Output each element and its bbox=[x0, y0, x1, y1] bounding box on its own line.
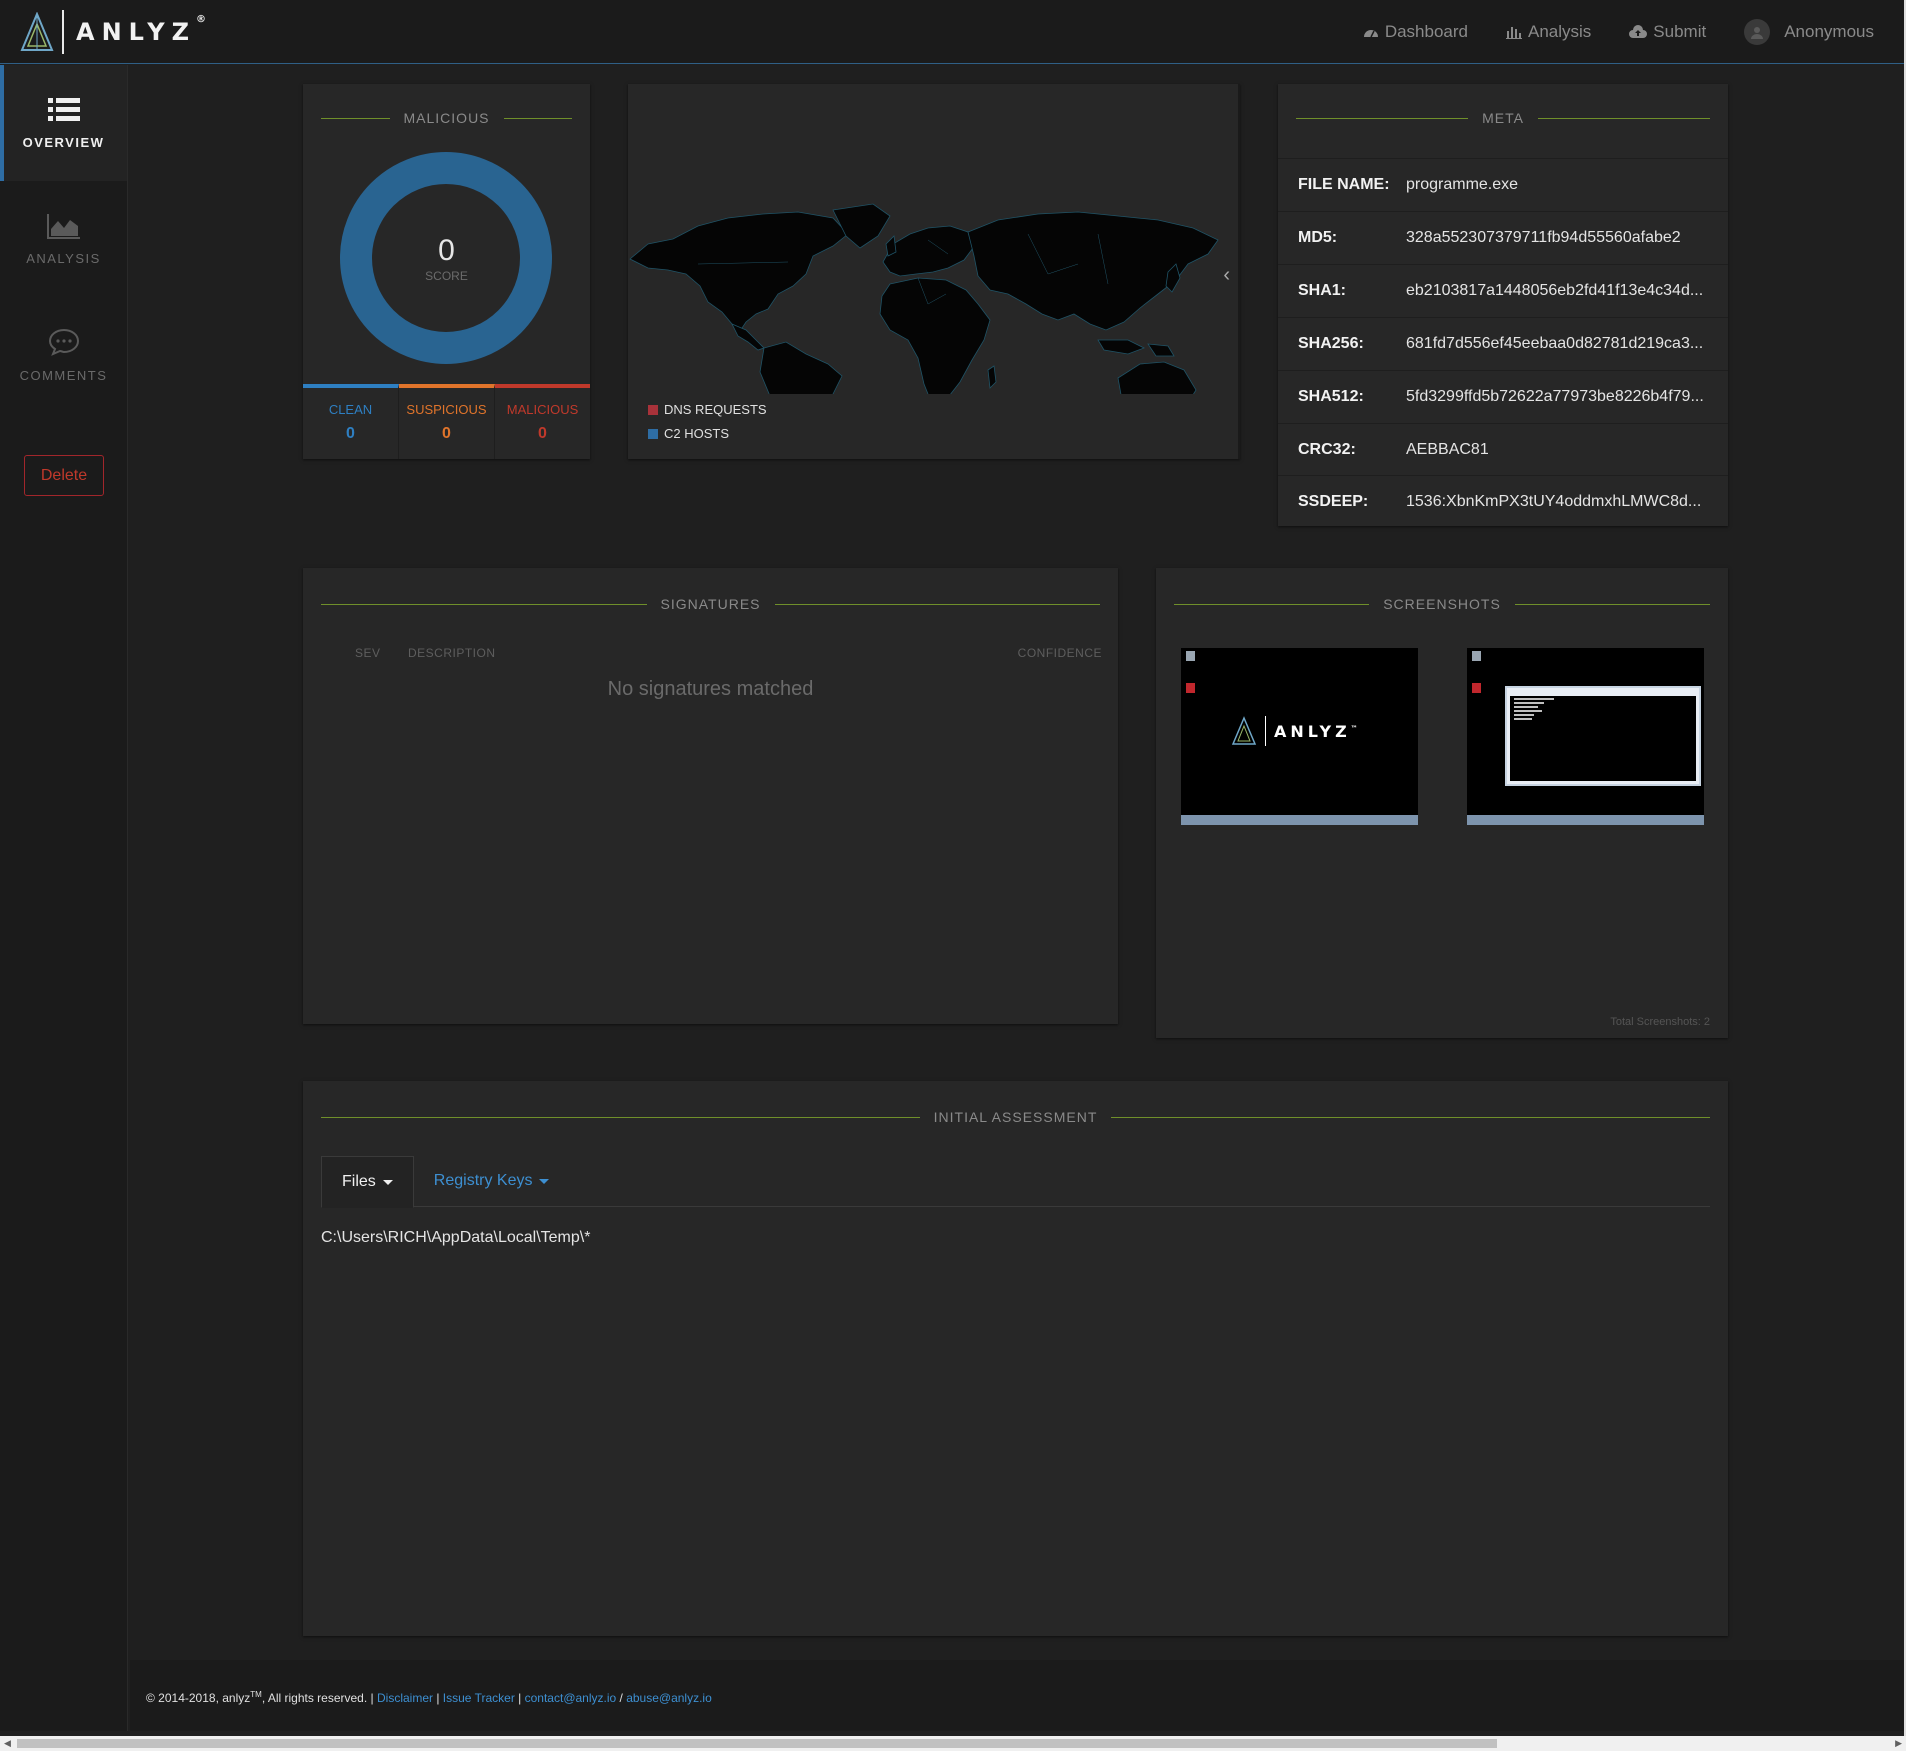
panel-title: SCREENSHOTS bbox=[1174, 596, 1711, 612]
footer: © 2014-2018, anlyzTM, All rights reserve… bbox=[130, 1660, 1906, 1731]
bar-chart-icon bbox=[1505, 27, 1522, 39]
anlyz-logo-icon bbox=[20, 12, 54, 51]
footer-text: © 2014-2018, anlyzTM, All rights reserve… bbox=[146, 1690, 712, 1705]
brand-name: ANLYZ® bbox=[76, 14, 206, 46]
scroll-right-icon[interactable]: ▶ bbox=[1895, 1738, 1902, 1749]
taskbar bbox=[1181, 815, 1418, 825]
empty-state-message: No signatures matched bbox=[607, 678, 814, 700]
world-map[interactable] bbox=[628, 144, 1223, 394]
comment-icon bbox=[48, 328, 79, 356]
meta-row-ssdeep: SSDEEP: 1536:XbnKmPX3tUY4oddmxhLMWC8d... bbox=[1278, 475, 1728, 528]
signatures-panel: SIGNATURES SEV DESCRIPTION CONFIDENCE No… bbox=[303, 568, 1118, 1024]
legend-swatch bbox=[648, 404, 658, 415]
column-header-confidence[interactable]: CONFIDENCE bbox=[1018, 646, 1102, 660]
legend-c2-hosts: C2 HOSTS bbox=[648, 426, 729, 441]
taskbar bbox=[1467, 815, 1704, 825]
meta-row-sha256: SHA256: 681fd7d556ef45eebaa0d82781d219ca3… bbox=[1278, 317, 1728, 370]
file-path-entry: C:\Users\RICH\AppData\Local\Temp\* bbox=[321, 1229, 591, 1246]
map-scrollbar[interactable] bbox=[1238, 84, 1240, 459]
scroll-left-icon[interactable]: ◀ bbox=[4, 1738, 11, 1749]
tab-registry-keys[interactable]: Registry Keys bbox=[414, 1156, 570, 1206]
list-icon bbox=[47, 97, 80, 121]
column-header-sev[interactable]: SEV bbox=[355, 646, 381, 660]
legend-dns-requests: DNS REQUESTS bbox=[648, 402, 767, 417]
tab-files[interactable]: Files bbox=[321, 1156, 414, 1208]
contact-email-link[interactable]: contact@anlyz.io bbox=[525, 1691, 617, 1705]
abuse-email-link[interactable]: abuse@anlyz.io bbox=[626, 1691, 712, 1705]
nav-submit[interactable]: Submit bbox=[1629, 22, 1706, 42]
issue-tracker-link[interactable]: Issue Tracker bbox=[443, 1691, 515, 1705]
sidebar-item-label: OVERVIEW bbox=[22, 134, 105, 150]
top-navbar: ANLYZ® Dashboard Analysis Submit Anonymo… bbox=[0, 0, 1906, 64]
horizontal-scrollbar[interactable]: ◀ ▶ bbox=[0, 1736, 1906, 1751]
cloud-upload-icon bbox=[1629, 25, 1648, 38]
disclaimer-link[interactable]: Disclaimer bbox=[377, 1691, 433, 1705]
legend-swatch bbox=[648, 428, 658, 439]
dashboard-icon bbox=[1363, 30, 1378, 38]
stat-suspicious: SUSPICIOUS 0 bbox=[399, 384, 495, 459]
chevron-left-icon[interactable]: ‹ bbox=[1223, 264, 1230, 287]
initial-assessment-panel: INITIAL ASSESSMENT Files Registry Keys C… bbox=[303, 1081, 1728, 1636]
nav-analysis[interactable]: Analysis bbox=[1505, 22, 1591, 42]
area-chart-icon bbox=[46, 213, 80, 239]
meta-row-file-name: FILE NAME: programme.exe bbox=[1278, 158, 1728, 211]
anlyz-logo: ANLYZ™ bbox=[1231, 716, 1362, 746]
sidebar-item-label: ANALYSIS bbox=[26, 250, 101, 266]
command-prompt-window bbox=[1505, 686, 1701, 786]
nav-dashboard[interactable]: Dashboard bbox=[1363, 22, 1468, 42]
adobe-reader-icon bbox=[1472, 683, 1481, 693]
panel-title: INITIAL ASSESSMENT bbox=[321, 1109, 1710, 1125]
logo-divider bbox=[62, 10, 64, 54]
meta-row-sha1: SHA1: eb2103817a1448056eb2fd41f13e4c34d..… bbox=[1278, 264, 1728, 317]
caret-down-icon bbox=[539, 1178, 550, 1184]
panel-title: META bbox=[1296, 110, 1711, 126]
sidebar-item-comments[interactable]: COMMENTS bbox=[0, 297, 127, 413]
delete-button[interactable]: Delete bbox=[24, 455, 104, 496]
verdict-stats: CLEAN 0 SUSPICIOUS 0 MALICIOUS 0 bbox=[303, 384, 590, 459]
screenshots-panel: SCREENSHOTS ANLYZ™ Total Screenshots: 2 bbox=[1156, 568, 1728, 1038]
stat-clean: CLEAN 0 bbox=[303, 384, 399, 459]
sidebar-item-overview[interactable]: OVERVIEW bbox=[0, 65, 127, 181]
recycle-bin-icon bbox=[1472, 651, 1481, 661]
avatar-icon bbox=[1744, 19, 1771, 45]
brand-logo[interactable]: ANLYZ® bbox=[20, 10, 206, 54]
world-map-panel: ‹ DNS REQUESTS C2 HOSTS bbox=[628, 84, 1240, 459]
panel-title: SIGNATURES bbox=[321, 596, 1101, 612]
sidebar-item-label: COMMENTS bbox=[19, 367, 108, 383]
scrollbar-thumb[interactable] bbox=[17, 1739, 1497, 1748]
score-value: 0 bbox=[438, 234, 455, 267]
meta-row-sha512: SHA512: 5fd3299ffd5b72622a77973be8226b4f7… bbox=[1278, 370, 1728, 423]
score-label: SCORE bbox=[425, 269, 468, 283]
meta-panel: META FILE NAME: programme.exe MD5: 328a552… bbox=[1278, 84, 1728, 526]
meta-row-md5: MD5: 328a552307379711fb94d55560afabe2 bbox=[1278, 211, 1728, 264]
sidebar-item-analysis[interactable]: ANALYSIS bbox=[0, 181, 127, 297]
sidebar: OVERVIEW ANALYSIS COMMENTS Delete bbox=[0, 65, 128, 1731]
screenshots-count: Total Screenshots: 2 bbox=[1610, 1016, 1710, 1028]
stat-malicious: MALICIOUS 0 bbox=[495, 384, 590, 459]
user-menu[interactable]: Anonymous bbox=[1744, 19, 1874, 45]
adobe-reader-icon bbox=[1186, 683, 1195, 693]
screenshot-thumbnail[interactable] bbox=[1467, 648, 1704, 825]
screenshot-thumbnail[interactable]: ANLYZ™ bbox=[1181, 648, 1418, 825]
meta-row-crc32: CRC32: AEBBAC81 bbox=[1278, 423, 1728, 476]
malicious-panel: MALICIOUS 0 SCORE CLEAN 0 SUSPICIOUS 0 M… bbox=[303, 84, 590, 459]
recycle-bin-icon bbox=[1186, 651, 1195, 661]
column-header-description[interactable]: DESCRIPTION bbox=[408, 646, 496, 660]
assessment-tabs: Files Registry Keys bbox=[321, 1156, 1710, 1208]
caret-down-icon bbox=[382, 1179, 393, 1185]
panel-title: MALICIOUS bbox=[321, 110, 573, 126]
